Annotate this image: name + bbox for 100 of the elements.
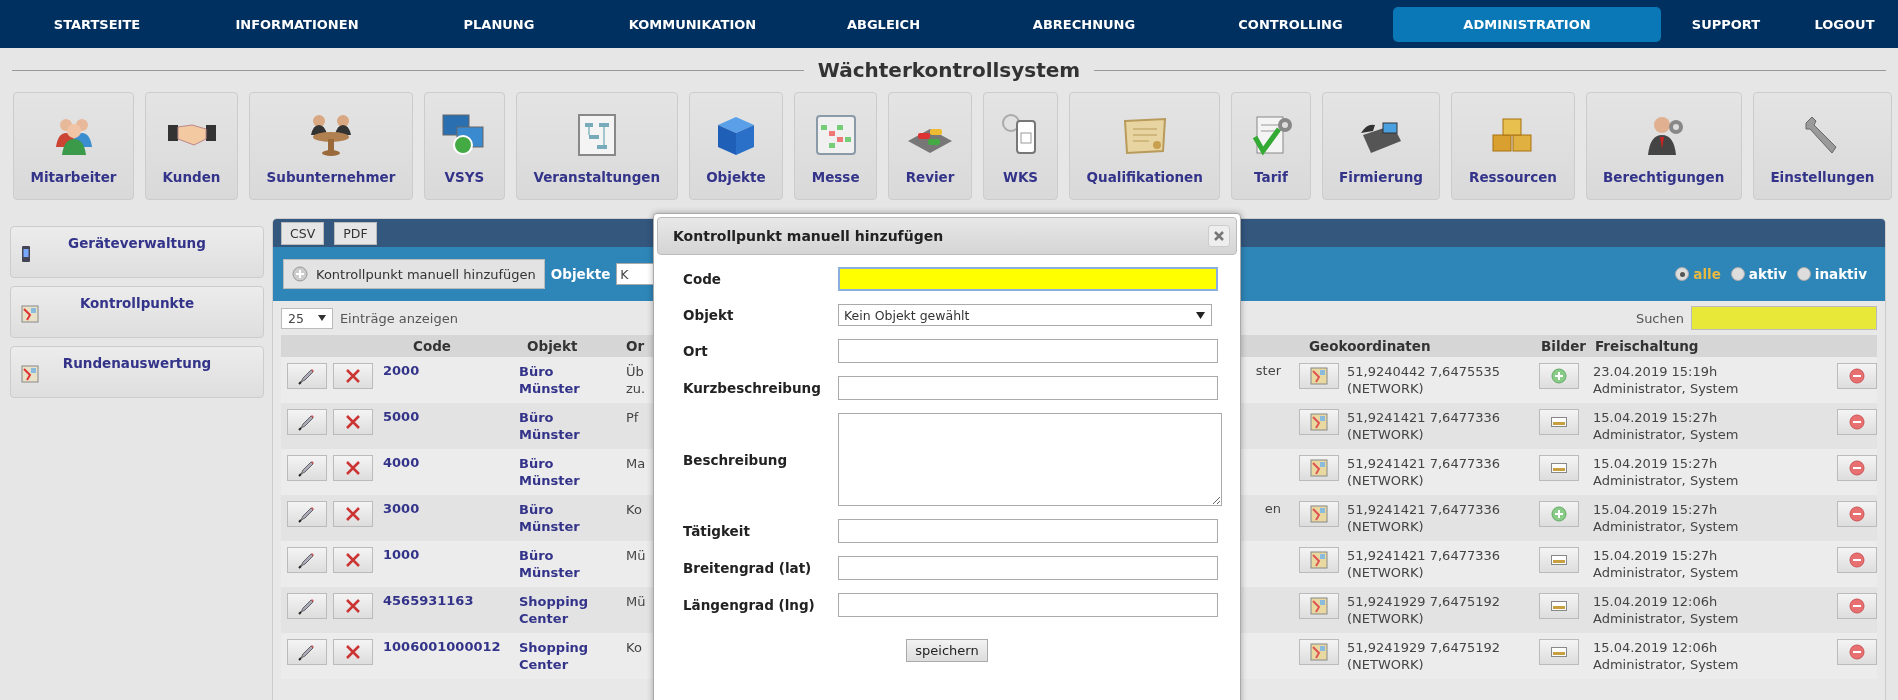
image-button[interactable] <box>1539 547 1579 573</box>
object-link[interactable]: Büro Münster <box>519 363 599 397</box>
delete-button[interactable] <box>333 547 373 573</box>
edit-button[interactable] <box>287 593 327 619</box>
remove-button[interactable] <box>1837 501 1877 527</box>
nav-tab[interactable]: STARTSEITE <box>53 6 141 42</box>
input-field[interactable] <box>838 556 1218 580</box>
module-tile[interactable]: Berechtigungen <box>1585 92 1742 200</box>
delete-button[interactable] <box>333 501 373 527</box>
edit-button[interactable] <box>287 409 327 435</box>
close-button[interactable] <box>1208 225 1230 247</box>
minus-circle-icon <box>1849 506 1865 522</box>
map-button[interactable] <box>1299 639 1339 665</box>
table-cell-text: 1000 <box>382 547 421 562</box>
text-area[interactable] <box>838 413 1222 506</box>
object-link[interactable]: Büro Münster <box>519 501 599 535</box>
edit-button[interactable] <box>287 455 327 481</box>
object-link[interactable]: Shopping Center <box>519 593 599 627</box>
edit-button[interactable] <box>287 639 327 665</box>
save-button[interactable]: speichern <box>906 639 988 662</box>
input-field[interactable] <box>838 267 1218 291</box>
module-tile[interactable]: Firmierung <box>1321 92 1441 200</box>
module-tile[interactable]: Ressourcen <box>1451 92 1575 200</box>
remove-button[interactable] <box>1837 363 1877 389</box>
module-tile[interactable]: Tarif <box>1231 92 1311 200</box>
module-tile[interactable]: Mitarbeiter <box>13 92 135 200</box>
sidebar-item[interactable]: Kontrollpunkte <box>10 286 264 338</box>
input-field[interactable] <box>838 339 1218 363</box>
remove-button[interactable] <box>1837 455 1877 481</box>
nav-tab[interactable]: INFORMATIONEN <box>235 6 359 42</box>
input-field[interactable] <box>838 593 1218 617</box>
caret-icon <box>1196 311 1205 319</box>
object-link[interactable]: Büro Münster <box>519 547 599 581</box>
map-button[interactable] <box>1299 547 1339 573</box>
image-icon <box>1551 601 1567 611</box>
page-size-select[interactable]: 25 <box>281 307 333 329</box>
module-tile[interactable]: VSYS <box>423 92 505 200</box>
module-tile[interactable]: Kunden <box>145 92 239 200</box>
delete-button[interactable] <box>333 455 373 481</box>
add-button[interactable]: Kontrollpunkt manuell hinzufügen <box>283 259 545 289</box>
object-link[interactable]: Büro Münster <box>519 409 599 443</box>
edit-button[interactable] <box>287 501 327 527</box>
add-image-button[interactable] <box>1539 501 1579 527</box>
minus-circle-icon <box>1849 368 1865 384</box>
export-button[interactable]: PDF <box>334 221 377 245</box>
input-field[interactable] <box>838 519 1218 543</box>
remove-button[interactable] <box>1837 547 1877 573</box>
user-text: Administrator, System <box>1593 564 1740 581</box>
module-tile[interactable]: Messe <box>794 92 878 200</box>
nav-tab[interactable]: SUPPORT <box>1691 6 1761 42</box>
image-button[interactable] <box>1539 593 1579 619</box>
map-button[interactable] <box>1299 501 1339 527</box>
map-button[interactable] <box>1299 409 1339 435</box>
nav-tab[interactable]: LOGOUT <box>1814 6 1875 42</box>
column-header[interactable]: Or <box>624 338 654 354</box>
object-link[interactable]: Shopping Center <box>519 639 599 673</box>
export-button[interactable]: CSV <box>281 221 325 245</box>
image-button[interactable] <box>1539 409 1579 435</box>
delete-button[interactable] <box>333 409 373 435</box>
module-tile[interactable]: Veranstaltungen <box>515 92 678 200</box>
nav-tab[interactable]: ABRECHNUNG <box>1032 6 1136 42</box>
delete-button[interactable] <box>333 639 373 665</box>
module-tile[interactable]: Einstellungen <box>1752 92 1892 200</box>
input-field[interactable] <box>838 376 1218 400</box>
cross-icon <box>345 598 361 614</box>
column-header[interactable]: Bilder <box>1539 338 1593 354</box>
map-button[interactable] <box>1299 363 1339 389</box>
add-image-button[interactable] <box>1539 363 1579 389</box>
sidebar-item[interactable]: Rundenauswertung <box>10 346 264 398</box>
module-tile[interactable]: Subunternehmer <box>249 92 413 200</box>
search-field[interactable] <box>1691 306 1877 330</box>
module-tile[interactable]: Qualifikationen <box>1069 92 1221 200</box>
nav-tab[interactable]: PLANUNG <box>463 6 535 42</box>
image-button[interactable] <box>1539 455 1579 481</box>
filter-radio[interactable]: inaktiv <box>1796 266 1867 282</box>
filter-radio[interactable]: aktiv <box>1730 266 1787 282</box>
nav-tab[interactable]: ADMINISTRATION <box>1393 6 1661 42</box>
delete-button[interactable] <box>333 363 373 389</box>
map-button[interactable] <box>1299 455 1339 481</box>
delete-button[interactable] <box>333 593 373 619</box>
module-tile[interactable]: Revier <box>888 92 972 200</box>
column-header[interactable]: Objekt <box>519 338 624 354</box>
object-select[interactable]: Kein Objekt gewählt <box>838 304 1212 326</box>
object-link[interactable]: Büro Münster <box>519 455 599 489</box>
nav-tab[interactable]: KOMMUNIKATION <box>628 6 757 42</box>
nav-tab[interactable]: ABGLEICH <box>846 6 921 42</box>
module-tile[interactable]: WKS <box>983 92 1059 200</box>
nav-tab[interactable]: CONTROLLING <box>1238 6 1343 42</box>
edit-button[interactable] <box>287 547 327 573</box>
remove-button[interactable] <box>1837 593 1877 619</box>
column-header[interactable]: Geokoordinaten <box>1299 338 1539 354</box>
sidebar-item[interactable]: Geräteverwaltung <box>10 226 264 278</box>
module-tile[interactable]: Objekte <box>688 92 784 200</box>
edit-button[interactable] <box>287 363 327 389</box>
image-button[interactable] <box>1539 639 1579 665</box>
remove-button[interactable] <box>1837 639 1877 665</box>
column-header[interactable]: Code <box>381 338 519 354</box>
column-header[interactable]: Freischaltung <box>1593 338 1809 354</box>
map-button[interactable] <box>1299 593 1339 619</box>
remove-button[interactable] <box>1837 409 1877 435</box>
